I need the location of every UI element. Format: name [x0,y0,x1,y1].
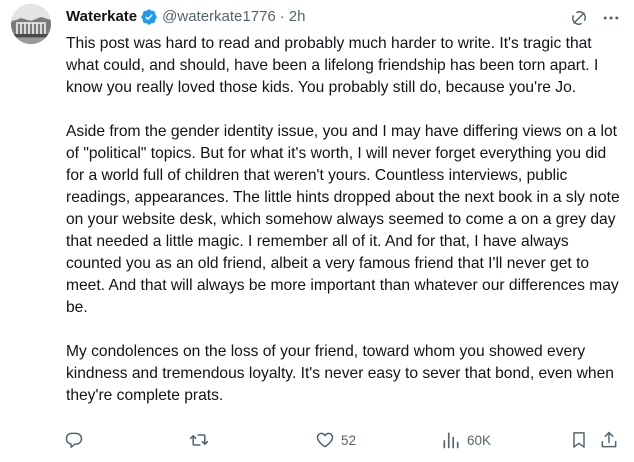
like-count: 52 [341,432,357,448]
timestamp[interactable]: 2h [289,4,306,30]
tweet-paragraph: My condolences on the loss of your frien… [66,343,614,404]
header-actions [568,7,622,29]
tweet-paragraph: Aside from the gender identity issue, yo… [66,123,620,316]
bookmark-icon [569,430,589,450]
reply-button[interactable] [64,428,84,452]
more-options-icon[interactable] [600,7,622,29]
grok-icon[interactable] [568,7,590,29]
verified-badge-icon [140,8,158,26]
share-icon [599,430,619,450]
share-button[interactable] [599,428,619,452]
tweet-actions: 52 60K [64,428,624,452]
views-count: 60K [467,432,492,448]
display-name[interactable]: Waterkate [66,4,137,30]
handle[interactable]: @waterkate1776 [162,4,276,30]
avatar[interactable] [11,4,51,44]
tweet-paragraph: This post was hard to read and probably … [66,35,599,96]
repost-button[interactable] [189,428,209,452]
views-icon [441,430,461,450]
views-button[interactable]: 60K [441,428,491,452]
separator-dot: · [279,8,285,25]
heart-icon [315,430,335,450]
tweet-text: This post was hard to read and probably … [66,33,626,407]
reply-icon [64,430,84,450]
like-button[interactable]: 52 [315,428,356,452]
tweet[interactable]: Waterkate @waterkate1776 · 2h This post … [0,0,634,462]
bookmark-button[interactable] [569,428,589,452]
avatar-image [11,4,51,44]
repost-icon [189,430,209,450]
tweet-header: Waterkate @waterkate1776 · 2h [66,4,622,30]
